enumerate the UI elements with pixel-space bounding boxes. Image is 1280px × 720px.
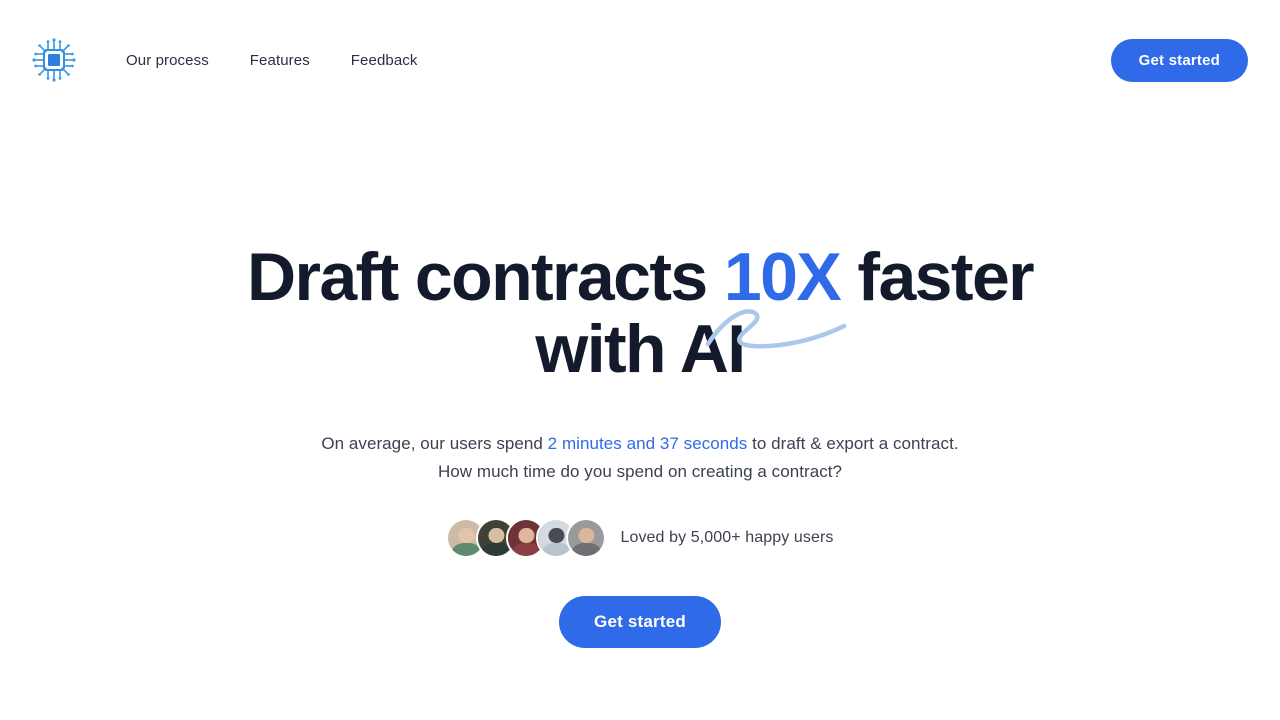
avatar-body [452,543,481,556]
avatar-group [446,518,607,558]
hero-subtitle: On average, our users spend 2 minutes an… [320,430,960,486]
logo-link[interactable] [30,36,78,84]
nav-item-our-process[interactable]: Our process [126,44,209,77]
avatar [566,518,607,558]
subtitle-part-1: On average, our users spend [321,434,548,453]
cpu-chip-icon [32,38,76,82]
social-proof-label: Loved by 5,000+ happy users [620,529,834,546]
page-title: Draft contracts 10X faster with AI [190,241,1090,385]
subtitle-accent-duration: 2 minutes and 37 seconds [547,434,748,453]
headline-part-1: Draft contracts [246,239,724,315]
avatar-body [542,543,571,556]
site-header: Our process Features Feedback Get starte… [0,0,1280,120]
main-nav: Our process Features Feedback [126,44,417,77]
hero-section: Draft contracts 10X faster with AI On av… [0,120,1280,648]
avatar-body [572,543,601,556]
avatar-body [482,543,511,556]
hero-cta-wrapper: Get started [0,596,1280,648]
headline-accent-10x: 10X [723,239,842,315]
avatar-body [512,543,541,556]
nav-item-feedback[interactable]: Feedback [351,44,418,77]
header-get-started-button[interactable]: Get started [1110,38,1248,82]
social-proof: Loved by 5,000+ happy users [0,518,1280,558]
hero-get-started-button[interactable]: Get started [559,596,721,648]
nav-item-features[interactable]: Features [250,44,310,77]
